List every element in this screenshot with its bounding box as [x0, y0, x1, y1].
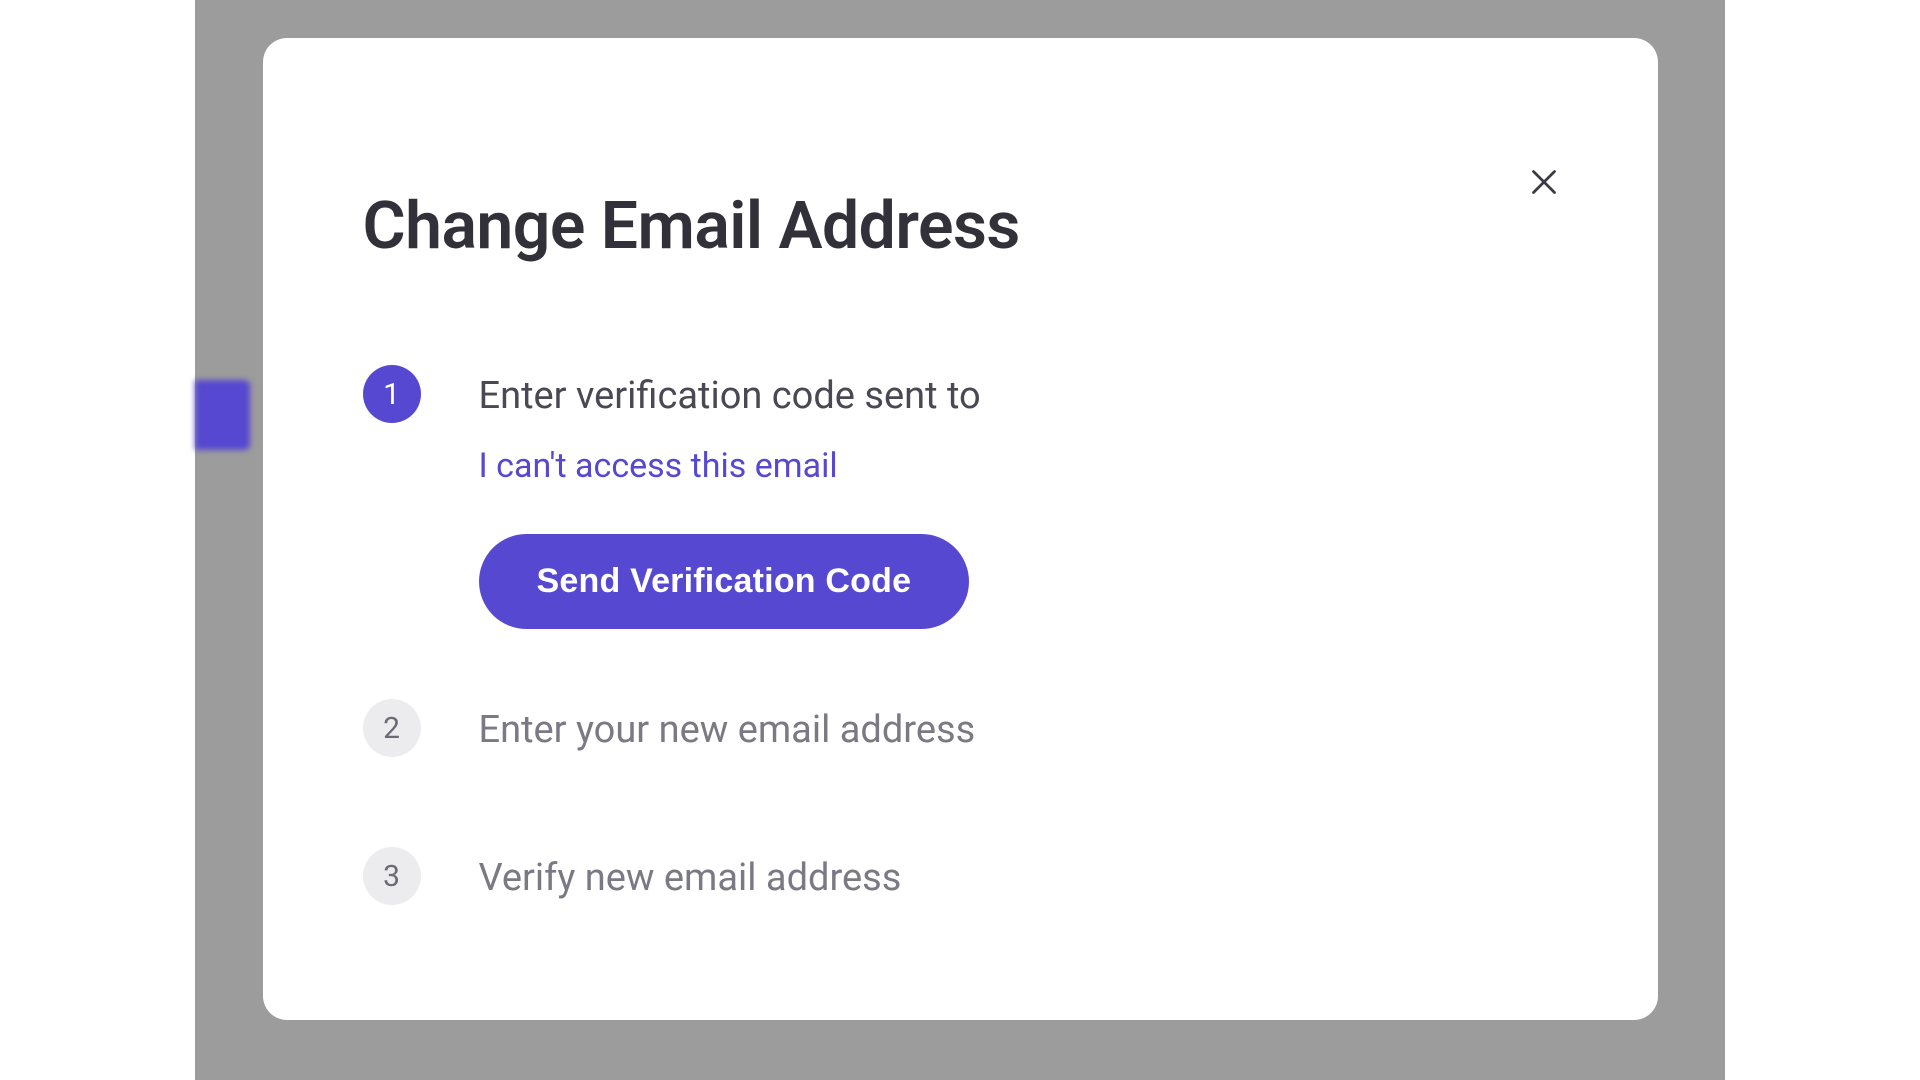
background-sidebar-active-item: [195, 380, 250, 450]
step-2-content: Enter your new email address: [479, 699, 1558, 756]
step-1-badge: 1: [363, 365, 421, 423]
background-sidebar-hint: [195, 0, 255, 1080]
step-2: 2 Enter your new email address: [363, 699, 1558, 757]
step-2-badge: 2: [363, 699, 421, 757]
modal-title: Change Email Address: [363, 188, 1558, 265]
close-icon: [1526, 164, 1562, 200]
change-email-modal: Change Email Address 1 Enter verificatio…: [263, 38, 1658, 1020]
step-3-title: Verify new email address: [479, 853, 1558, 904]
step-3-content: Verify new email address: [479, 847, 1558, 904]
send-verification-code-button[interactable]: Send Verification Code: [479, 534, 970, 629]
viewport: Change Email Address 1 Enter verificatio…: [0, 0, 1920, 1080]
step-3-badge: 3: [363, 847, 421, 905]
step-3: 3 Verify new email address: [363, 847, 1558, 905]
cant-access-email-link[interactable]: I can't access this email: [479, 446, 1558, 486]
step-2-title: Enter your new email address: [479, 705, 1558, 756]
modal-backdrop: Change Email Address 1 Enter verificatio…: [195, 0, 1725, 1080]
step-1: 1 Enter verification code sent to I can'…: [363, 365, 1558, 629]
step-1-content: Enter verification code sent to I can't …: [479, 365, 1558, 629]
step-1-title: Enter verification code sent to: [479, 371, 1558, 422]
close-button[interactable]: [1520, 158, 1568, 206]
